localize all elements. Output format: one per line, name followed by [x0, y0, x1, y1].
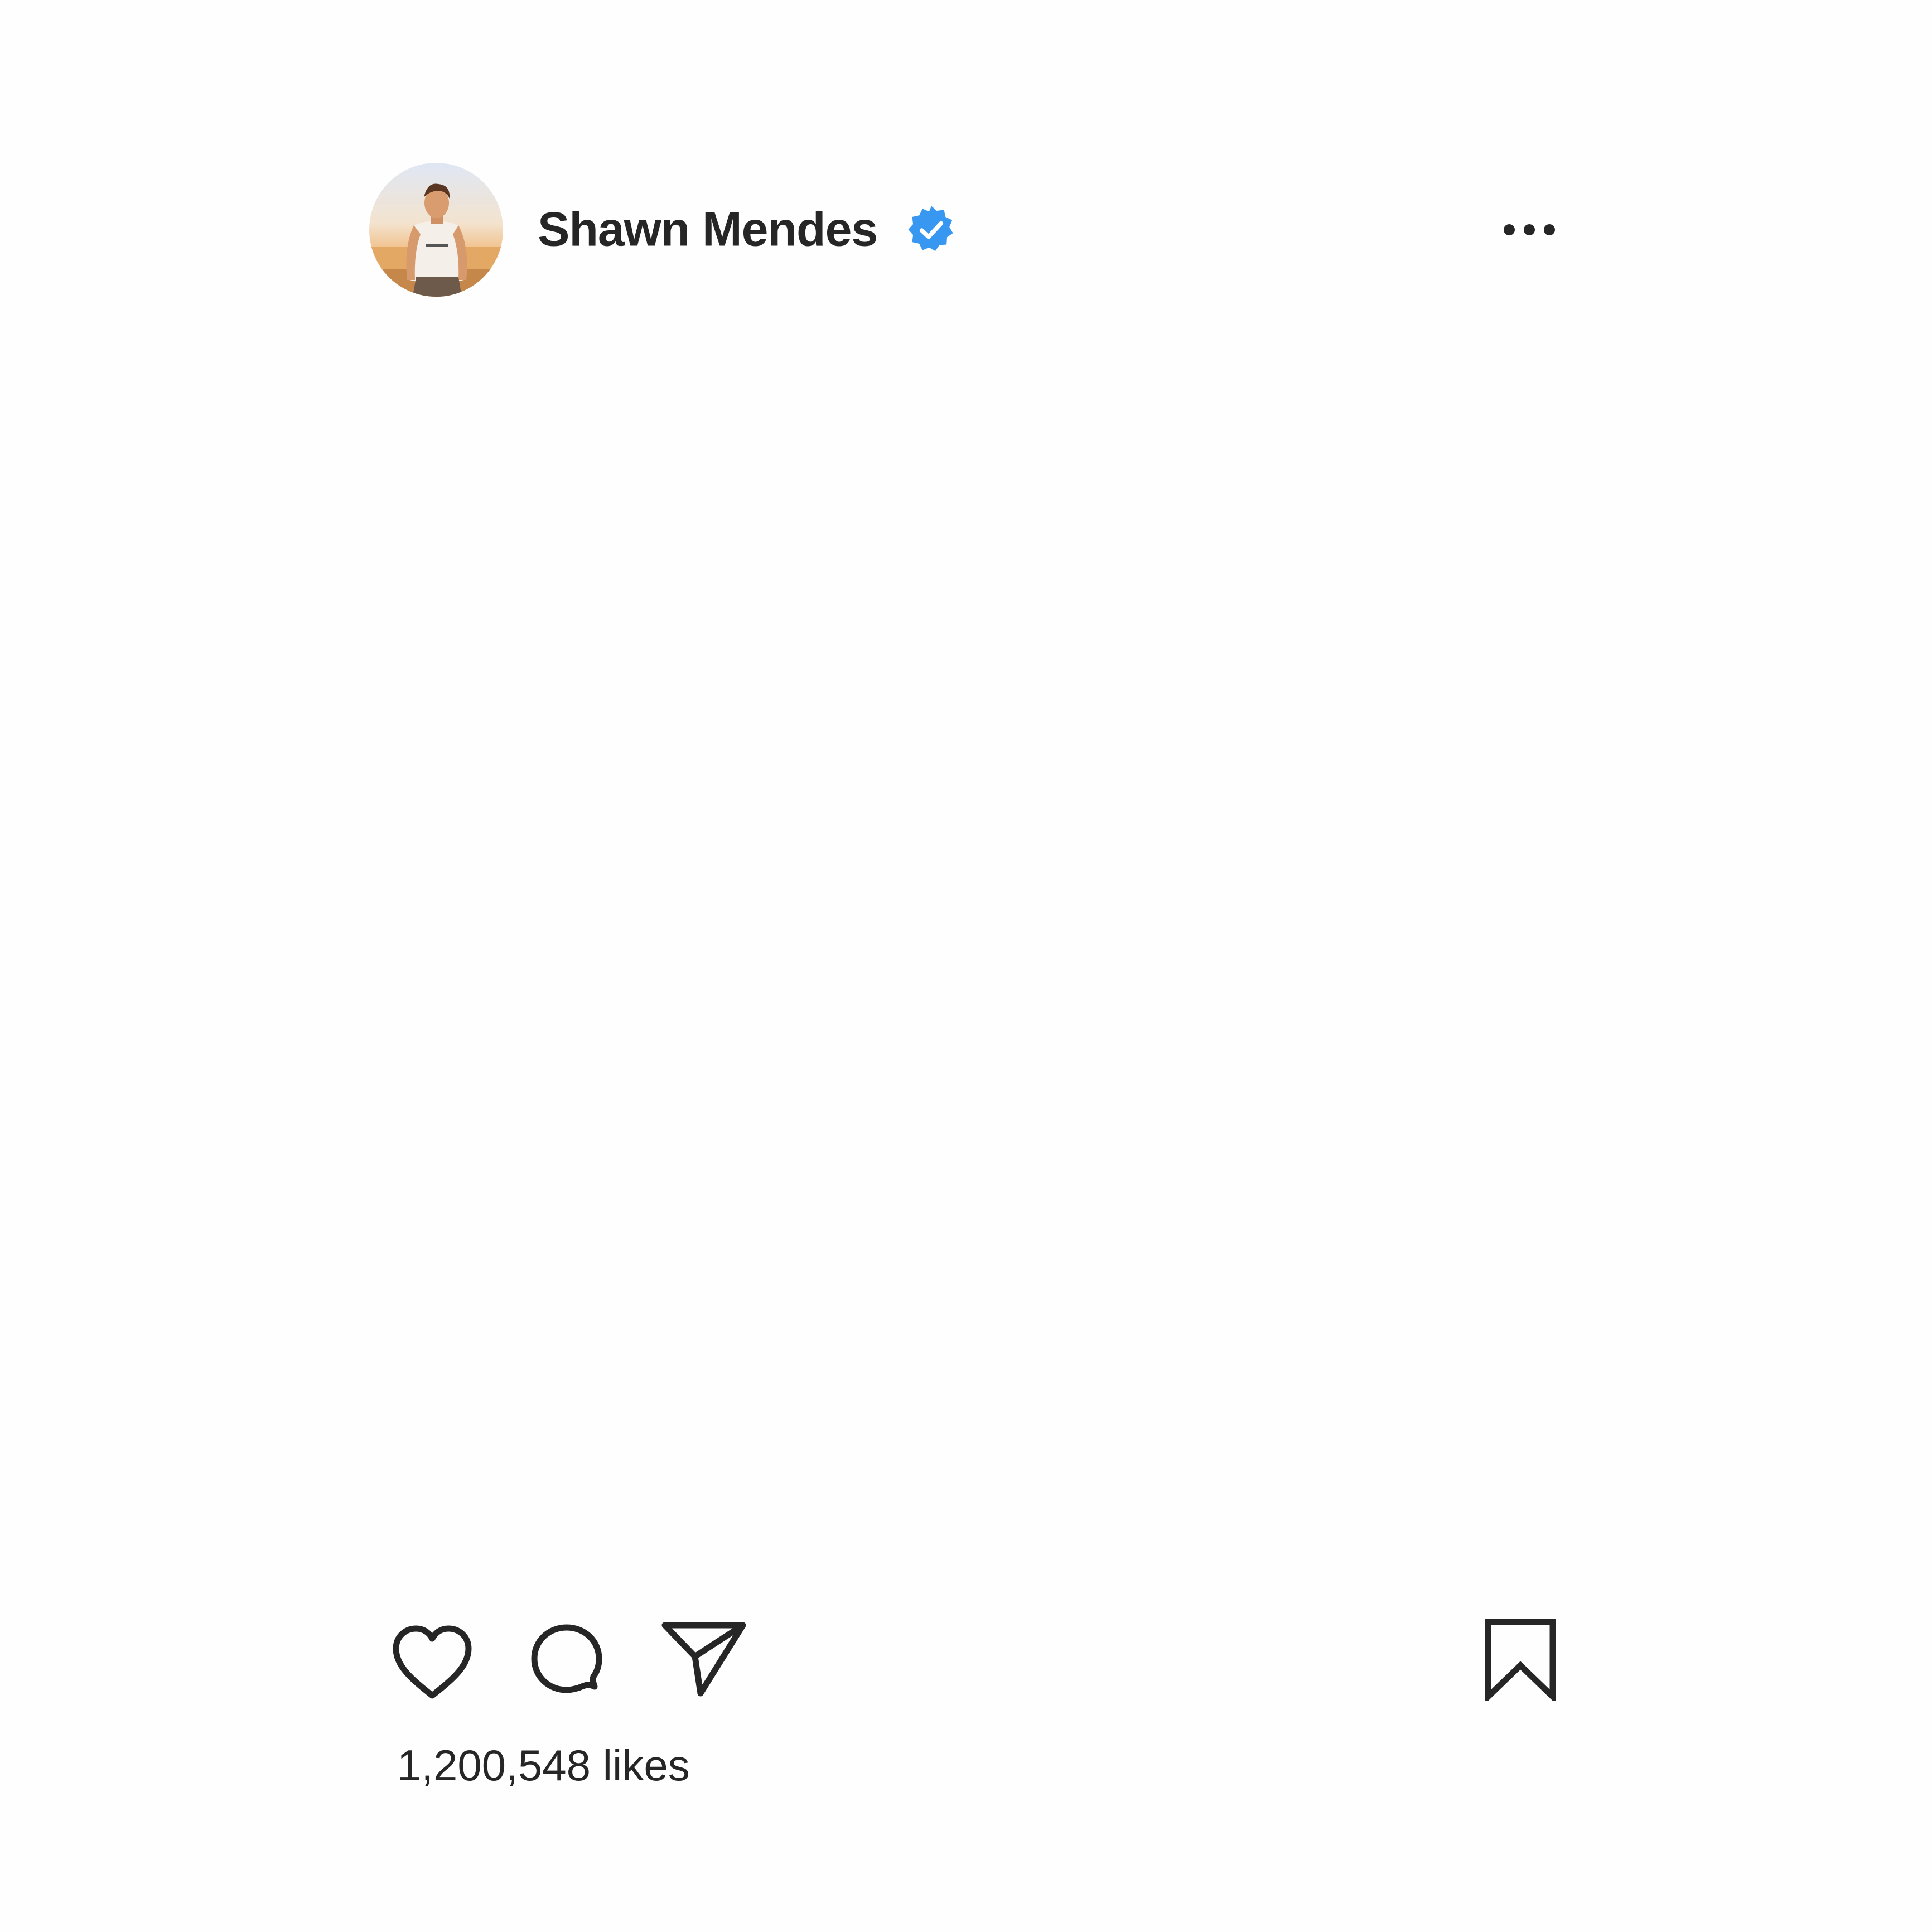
username[interactable]: Shawn Mendes: [538, 202, 878, 258]
paper-plane-icon[interactable]: [660, 1620, 747, 1698]
instagram-post: Shawn Mendes 1,200,548 likes: [0, 0, 1932, 1932]
avatar[interactable]: [369, 163, 503, 297]
likes-count[interactable]: 1,200,548 likes: [397, 1740, 690, 1791]
heart-icon[interactable]: [390, 1623, 474, 1701]
more-options-icon[interactable]: [1501, 213, 1557, 247]
post-header: Shawn Mendes: [369, 163, 1557, 297]
action-bar: [390, 1617, 1562, 1707]
verified-badge-icon: [906, 204, 957, 255]
profile-photo: [369, 163, 503, 297]
bookmark-icon[interactable]: [1481, 1617, 1559, 1701]
comment-bubble-icon[interactable]: [528, 1621, 606, 1699]
